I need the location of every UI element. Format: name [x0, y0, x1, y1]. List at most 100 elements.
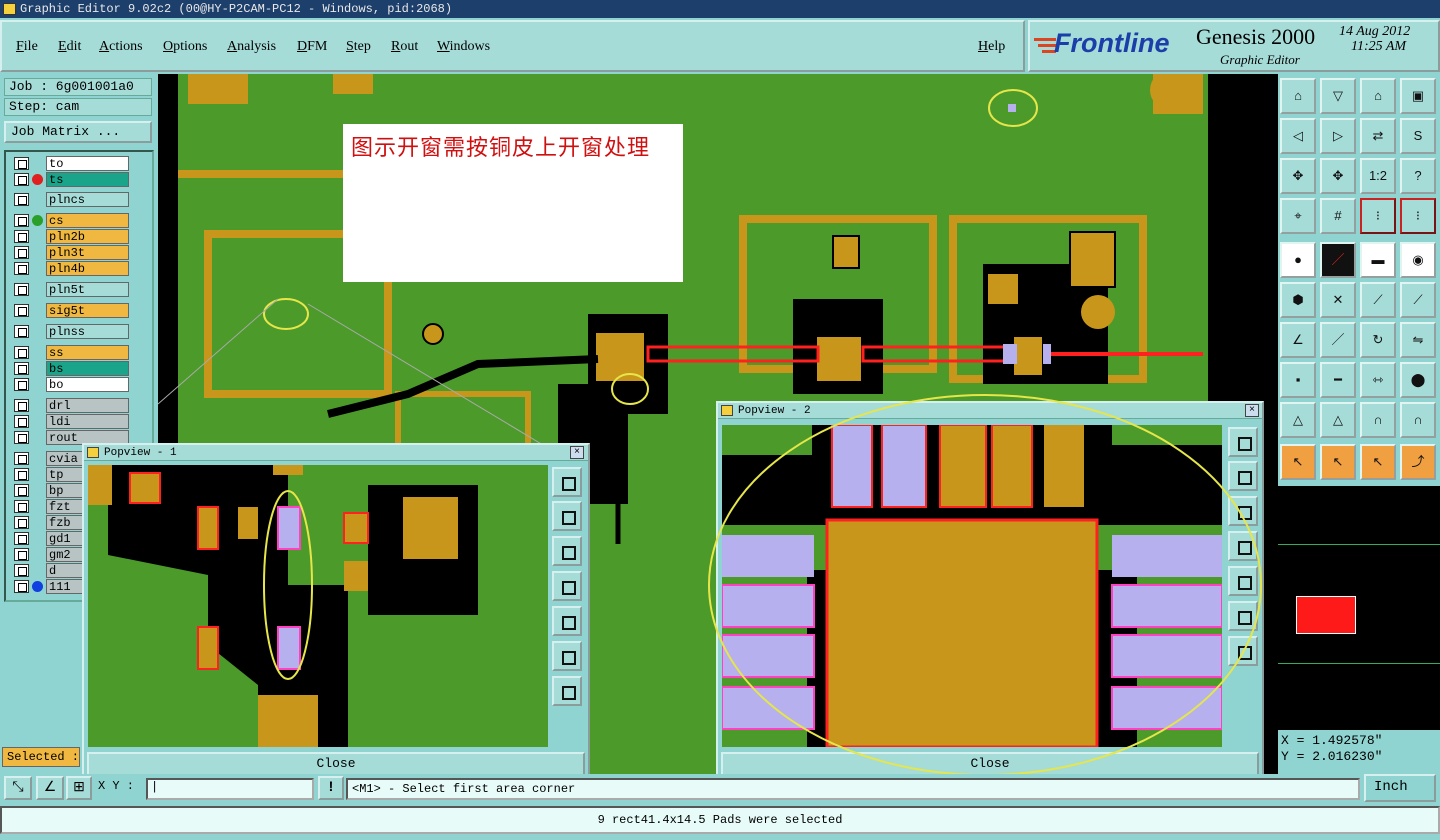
layer-row-ts[interactable]: ts — [14, 172, 129, 187]
measure-icon[interactable]: ⤡ — [4, 776, 32, 800]
line-tool-icon[interactable]: ／ — [1320, 242, 1356, 278]
angle-tool-icon[interactable]: ∠ — [1280, 322, 1316, 358]
split-tool-icon[interactable]: ▣ — [1400, 78, 1436, 114]
layer-name[interactable]: bs — [46, 361, 129, 376]
mirror-tool-icon[interactable]: ⇋ — [1400, 322, 1436, 358]
cross-tool-icon[interactable]: ✕ — [1320, 282, 1356, 318]
alert-icon[interactable]: ! — [318, 776, 344, 800]
pad-tool-icon[interactable]: ▪ — [1280, 362, 1316, 398]
layer-row-plnss[interactable]: plnss — [14, 324, 129, 339]
popview-1-close-button[interactable]: Close — [87, 752, 585, 776]
connect-tool-icon[interactable]: ⬢ — [1280, 282, 1316, 318]
layer-name[interactable]: drl — [46, 398, 129, 413]
layer-name[interactable]: pln4b — [46, 261, 129, 276]
zoom-center-tool-icon[interactable]: ✥ — [1320, 158, 1356, 194]
select-net-tool-icon[interactable]: ⤴ — [1400, 444, 1436, 480]
layer-row-pln4b[interactable]: pln4b — [14, 261, 129, 276]
layer-name[interactable]: to — [46, 156, 129, 171]
bar-tool-icon[interactable]: ━ — [1320, 362, 1356, 398]
scale-1-2-tool-icon[interactable]: 1:2 — [1360, 158, 1396, 194]
select-tool-icon[interactable]: ↖ — [1280, 444, 1316, 480]
menu-dfm[interactable]: DFM — [297, 39, 327, 55]
popview-1-canvas[interactable] — [88, 465, 548, 747]
zoom-out-button[interactable] — [552, 676, 582, 706]
house-tool-icon[interactable]: ⌂ — [1360, 78, 1396, 114]
pan-left-tool-icon[interactable]: ◁ — [1280, 118, 1316, 154]
arch-tool-icon[interactable]: ∩ — [1360, 402, 1396, 438]
layer-name[interactable]: plncs — [46, 192, 129, 207]
dot-line-blue-tool-icon[interactable]: ⟋ — [1400, 282, 1436, 318]
layer-checkbox[interactable] — [14, 431, 29, 444]
layer-checkbox[interactable] — [14, 325, 29, 338]
menu-edit[interactable]: Edit — [58, 39, 81, 55]
layer-checkbox[interactable] — [14, 452, 29, 465]
layer-row-sig5t[interactable]: sig5t — [14, 303, 129, 318]
layer-row-ldi[interactable]: ldi — [14, 414, 129, 429]
arch2-tool-icon[interactable]: ∩ — [1400, 402, 1436, 438]
job-matrix-button[interactable]: Job Matrix ... — [4, 121, 152, 143]
zoom-home-tool-icon[interactable]: ✥ — [1280, 158, 1316, 194]
layer-row-ss[interactable]: ss — [14, 345, 129, 360]
menu-options[interactable]: Options — [163, 39, 207, 55]
select-box-tool-icon[interactable]: ↖ — [1320, 444, 1356, 480]
menu-step[interactable]: Step — [346, 39, 371, 55]
pan-right-button[interactable] — [552, 606, 582, 636]
menu-help[interactable]: Help — [978, 39, 1005, 55]
xy-input[interactable]: | — [146, 778, 314, 800]
select-area-tool-icon[interactable]: ↖ — [1360, 444, 1396, 480]
layer-name[interactable]: bo — [46, 377, 129, 392]
pan-up-button[interactable] — [552, 501, 582, 531]
menu-analysis[interactable]: Analysis — [227, 39, 276, 55]
measure-tool-icon[interactable]: ⌖ — [1280, 198, 1316, 234]
layer-name[interactable]: ldi — [46, 414, 129, 429]
popview-1-close-icon[interactable]: × — [570, 446, 584, 459]
layer-checkbox[interactable] — [14, 193, 29, 206]
layer-checkbox[interactable] — [14, 214, 29, 227]
layer-checkbox[interactable] — [14, 548, 29, 561]
layer-row-cs[interactable]: cs — [14, 213, 129, 228]
layer-name[interactable]: sig5t — [46, 303, 129, 318]
layer-row-pln2b[interactable]: pln2b — [14, 229, 129, 244]
net-tool-icon[interactable]: ⁝ — [1360, 198, 1396, 234]
layer-checkbox[interactable] — [14, 484, 29, 497]
layer-row-plncs[interactable]: plncs — [14, 192, 129, 207]
layer-checkbox[interactable] — [14, 262, 29, 275]
layer-checkbox[interactable] — [14, 346, 29, 359]
menu-actions[interactable]: Actions — [99, 39, 143, 55]
pan-down-button[interactable] — [552, 536, 582, 566]
layer-name[interactable]: ts — [46, 172, 129, 187]
layer-row-pln5t[interactable]: pln5t — [14, 282, 129, 297]
layer-checkbox[interactable] — [14, 415, 29, 428]
layer-checkbox[interactable] — [14, 246, 29, 259]
overview-window[interactable] — [1278, 486, 1440, 730]
layer-checkbox[interactable] — [14, 230, 29, 243]
zoom-in-button[interactable] — [552, 641, 582, 671]
pan-left-button[interactable] — [552, 571, 582, 601]
units-select[interactable]: Inch — [1364, 774, 1436, 802]
layer-checkbox[interactable] — [14, 304, 29, 317]
layer-checkbox[interactable] — [14, 399, 29, 412]
net2-tool-icon[interactable]: ⁝ — [1400, 198, 1436, 234]
layer-checkbox[interactable] — [14, 532, 29, 545]
ruler-tool-icon[interactable]: ▬ — [1360, 242, 1396, 278]
layer-checkbox[interactable] — [14, 516, 29, 529]
zoom-fit-button[interactable] — [552, 467, 582, 497]
grid-snap-icon[interactable]: ⊞ — [66, 776, 92, 800]
add-pad-tool-icon[interactable]: ● — [1280, 242, 1316, 278]
grid-tool-icon[interactable]: # — [1320, 198, 1356, 234]
layer-row-bs[interactable]: bs — [14, 361, 129, 376]
rotate-tool-icon[interactable]: ↻ — [1360, 322, 1396, 358]
layer-checkbox[interactable] — [14, 362, 29, 375]
target-tool-icon[interactable]: ◉ — [1400, 242, 1436, 278]
layer-name[interactable]: pln2b — [46, 229, 129, 244]
menu-windows[interactable]: Windows — [437, 39, 490, 55]
layer-checkbox[interactable] — [14, 173, 29, 186]
layer-checkbox[interactable] — [14, 500, 29, 513]
layer-checkbox[interactable] — [14, 580, 29, 593]
pan-right-tool-icon[interactable]: ▷ — [1320, 118, 1356, 154]
layer-name[interactable]: pln3t — [46, 245, 129, 260]
layer-name[interactable]: pln5t — [46, 282, 129, 297]
dot-line-tool-icon[interactable]: ⟋ — [1360, 282, 1396, 318]
home-tool-icon[interactable]: ⌂ — [1280, 78, 1316, 114]
layer-name[interactable]: plnss — [46, 324, 129, 339]
